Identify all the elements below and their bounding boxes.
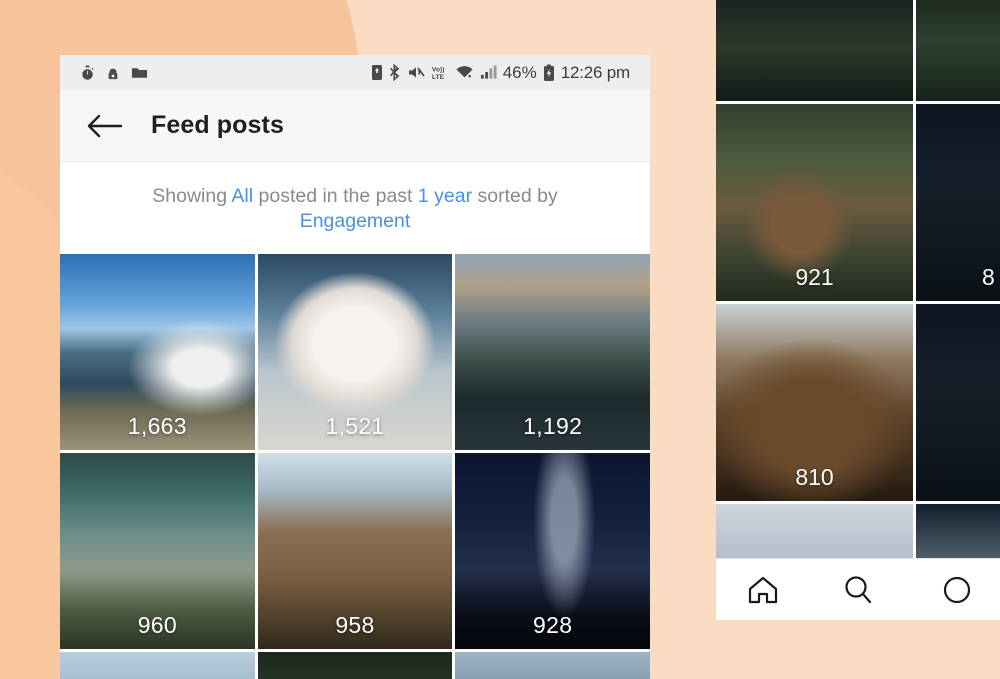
svg-text:Vo)): Vo)): [432, 67, 445, 74]
post-thumbnail-tall-pine-trees: [916, 304, 1000, 501]
right-phone-screenshot: 921 8 810: [716, 0, 1000, 620]
battery-percent-label: 46%: [502, 62, 537, 82]
signal-icon: [480, 64, 497, 81]
post-tile[interactable]: 921: [716, 104, 913, 301]
folder-icon: [131, 65, 148, 81]
post-engagement-count: 960: [137, 611, 177, 638]
filter-suffix: sorted by: [472, 185, 558, 207]
status-bar-left-icons: [80, 65, 148, 81]
battery-icon: [543, 64, 555, 82]
bluetooth-icon: [389, 64, 401, 81]
vibrate-lock-icon: [106, 65, 120, 81]
post-tile[interactable]: 928: [455, 452, 650, 649]
post-thumbnail-rocky-cliff: [455, 651, 650, 679]
status-bar-right-icons: Vo)) LTE 46% 12:26 pm: [371, 63, 630, 83]
post-engagement-count: 1,663: [127, 412, 187, 439]
feed-post-grid: 1,663 1,521 1,192 960 958 928: [60, 253, 650, 679]
post-tile[interactable]: 960: [60, 452, 255, 649]
left-phone-screenshot: Vo)) LTE 46% 12:26 pm Feed posts Showing …: [60, 55, 650, 679]
feed-post-grid-secondary: 921 8 810: [716, 0, 1000, 620]
post-tile[interactable]: 8: [916, 104, 1000, 301]
post-engagement-count: 1,192: [523, 412, 583, 439]
filter-prefix: Showing: [152, 185, 232, 207]
post-engagement-count: 921: [795, 264, 834, 290]
post-engagement-count: 810: [795, 464, 834, 490]
back-arrow-icon[interactable]: [85, 111, 125, 141]
post-tile[interactable]: [716, 0, 913, 101]
post-tile[interactable]: 1,663: [60, 253, 255, 450]
post-tile[interactable]: 1,192: [455, 253, 650, 450]
search-icon[interactable]: [811, 573, 906, 607]
sd-card-icon: [371, 64, 383, 81]
post-tile[interactable]: 958: [257, 452, 453, 649]
bottom-navigation-bar: [716, 558, 1000, 620]
post-thumbnail-snow-peaks: [60, 651, 255, 679]
post-thumbnail-dark-forest: [257, 651, 453, 679]
mute-icon: [407, 64, 425, 81]
post-tile[interactable]: [916, 304, 1000, 501]
post-thumbnail-dark-mountain-top: [716, 0, 913, 101]
status-bar: Vo)) LTE 46% 12:26 pm: [60, 55, 650, 90]
filter-mid: posted in the past: [253, 185, 418, 207]
profile-icon[interactable]: [905, 573, 1000, 607]
post-engagement-count: 8: [982, 264, 995, 290]
app-bar: Feed posts: [60, 90, 650, 162]
home-icon[interactable]: [716, 573, 811, 607]
post-tile[interactable]: [257, 651, 453, 679]
filter-scope-link[interactable]: All: [231, 185, 253, 207]
post-engagement-count: 958: [335, 611, 375, 638]
post-tile[interactable]: 1,521: [257, 253, 453, 450]
post-tile[interactable]: [455, 651, 650, 679]
post-tile[interactable]: 810: [716, 304, 913, 501]
post-engagement-count: 928: [533, 611, 573, 638]
page-title: Feed posts: [151, 111, 284, 139]
post-tile[interactable]: [916, 0, 1000, 101]
clock-label: 12:26 pm: [560, 62, 630, 82]
post-engagement-count: 1,521: [325, 412, 385, 439]
filter-summary-text: Showing All posted in the past 1 year so…: [120, 184, 590, 234]
wifi-icon: [455, 64, 474, 81]
volte-icon: Vo)) LTE: [431, 64, 449, 81]
svg-text:LTE: LTE: [432, 74, 445, 81]
filter-sort-link[interactable]: Engagement: [300, 210, 411, 232]
post-tile[interactable]: [60, 651, 255, 679]
filter-summary-bar: Showing All posted in the past 1 year so…: [60, 162, 650, 254]
post-thumbnail-forest-edge-top: [916, 0, 1000, 101]
stopwatch-icon: [80, 65, 95, 81]
filter-period-link[interactable]: 1 year: [418, 185, 472, 207]
